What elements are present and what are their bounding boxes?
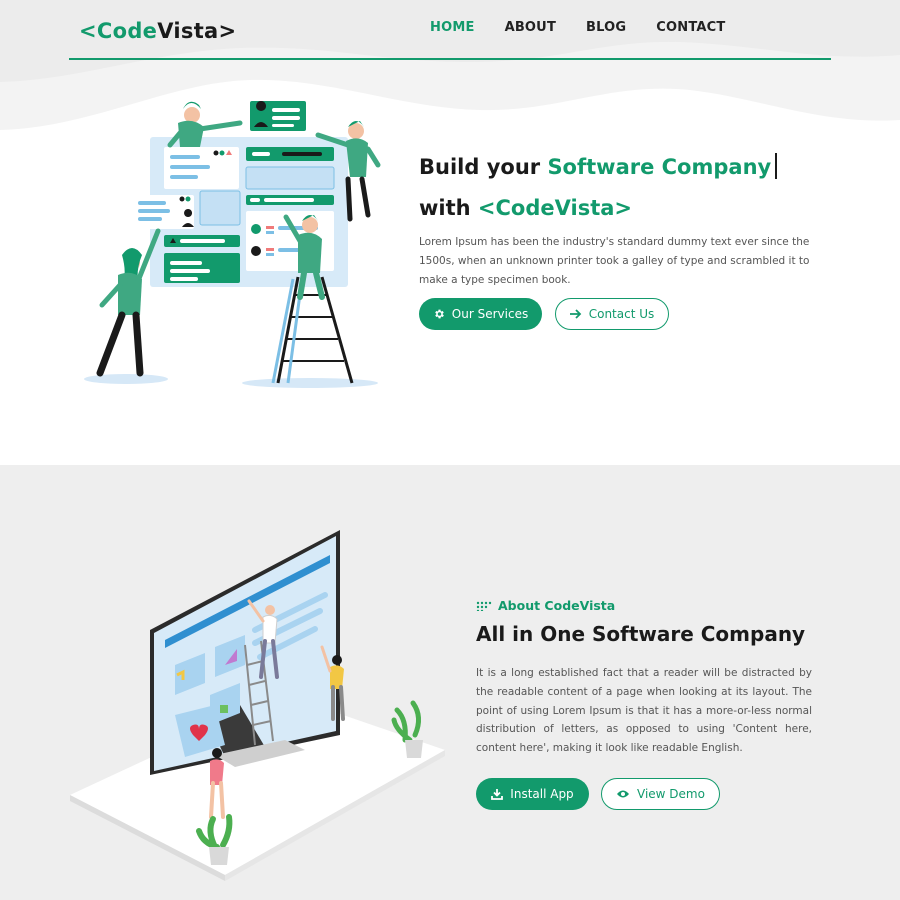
logo-bracket-close: >: [218, 19, 237, 43]
about-kicker-label: About CodeVista: [498, 598, 616, 613]
hero-team-dashboard-illustration: [84, 101, 381, 388]
logo-bracket-open: <: [79, 19, 97, 43]
about-monitor-illustration: [70, 530, 445, 881]
about-description: It is a long established fact that a rea…: [476, 667, 812, 755]
nav-blog[interactable]: BLOG: [586, 20, 626, 35]
our-services-button[interactable]: Our Services: [419, 298, 542, 330]
gear-icon: [434, 309, 444, 319]
about-title: All in One Software Company: [476, 622, 806, 646]
hero-title-prefix: Build your: [419, 155, 548, 179]
our-services-label: Our Services: [451, 307, 529, 321]
contact-us-button[interactable]: Contact Us: [555, 298, 669, 330]
arrow-right-icon: [569, 309, 581, 319]
main-nav: HOME ABOUT BLOG CONTACT: [430, 20, 725, 35]
logo-text-code: Code: [96, 19, 158, 43]
brand-logo[interactable]: <CodeVista>: [79, 19, 236, 43]
hero-title-line1: Build your Software Company: [419, 153, 778, 181]
typing-caret: [775, 153, 778, 179]
dots-grid-icon: [476, 601, 492, 611]
about-section: About CodeVista All in One Software Comp…: [0, 465, 900, 900]
top-navbar: <CodeVista> HOME ABOUT BLOG CONTACT: [69, 0, 831, 60]
contact-us-label: Contact Us: [588, 307, 655, 321]
hero-title2-accent: <CodeVista>: [477, 196, 633, 220]
install-app-button[interactable]: Install App: [476, 778, 589, 810]
nav-about[interactable]: ABOUT: [505, 20, 556, 35]
view-demo-button[interactable]: View Demo: [601, 778, 720, 810]
hero-title-line2: with <CodeVista>: [419, 194, 632, 222]
download-icon: [491, 789, 504, 800]
view-demo-label: View Demo: [637, 787, 705, 801]
eye-icon: [617, 790, 630, 798]
logo-text-vista: Vista: [157, 19, 219, 43]
nav-home[interactable]: HOME: [430, 20, 475, 35]
about-kicker: About CodeVista: [476, 598, 615, 613]
install-app-label: Install App: [510, 787, 574, 801]
nav-contact[interactable]: CONTACT: [656, 20, 725, 35]
hero-title-accent: Software Company: [547, 155, 772, 179]
hero-title2-prefix: with: [419, 196, 478, 220]
hero-description: Lorem Ipsum has been the industry's stan…: [419, 236, 810, 286]
hero-section: <CodeVista> HOME ABOUT BLOG CONTACT Buil…: [0, 0, 900, 465]
